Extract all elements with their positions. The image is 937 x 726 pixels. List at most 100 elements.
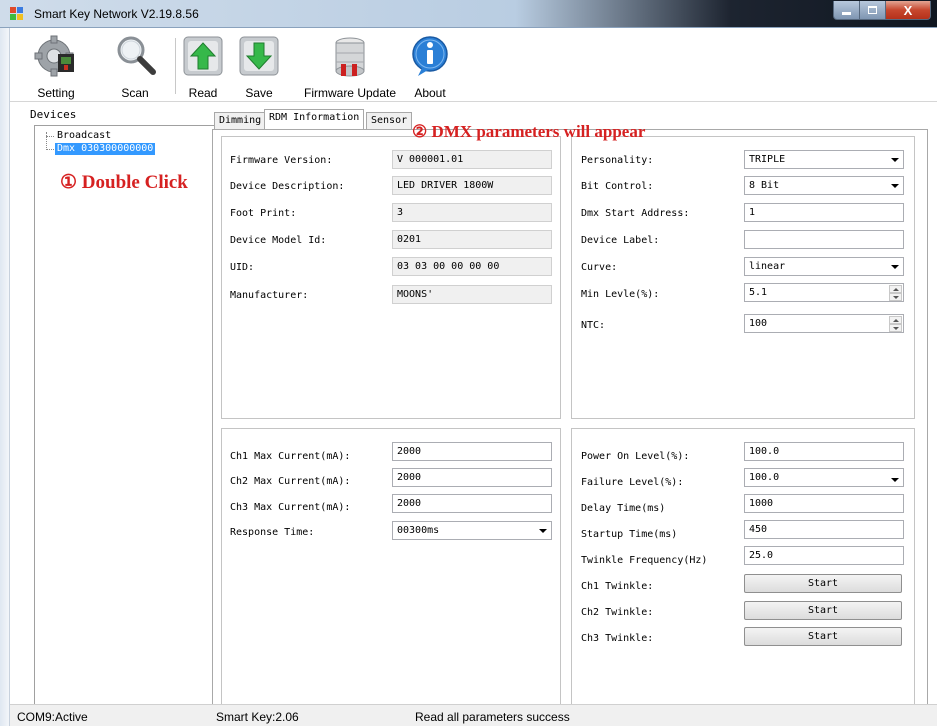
bit-control-dropdown[interactable]: 8 Bit: [744, 176, 904, 195]
title-bar: Smart Key Network V2.19.8.56 X: [0, 0, 937, 28]
ch1-twinkle-label: Ch1 Twinkle:: [581, 581, 654, 592]
read-button[interactable]: Read: [180, 32, 226, 100]
response-time-dropdown[interactable]: 00300ms: [392, 521, 552, 540]
spin-up-icon[interactable]: [889, 316, 902, 324]
devices-tree[interactable]: Broadcast Dmx 030300000000 ① Double Clic…: [34, 125, 217, 719]
firmware-update-button[interactable]: Firmware Update: [303, 32, 397, 100]
power-settings-group: Power On Level(%): 100.0 Failure Level(%…: [571, 428, 915, 718]
twinkle-frequency-label: Twinkle Frequency(Hz): [581, 555, 708, 566]
scan-button[interactable]: Scan: [105, 32, 165, 100]
response-time-label: Response Time:: [230, 527, 315, 538]
ch1-max-current-input[interactable]: 2000: [392, 442, 552, 461]
failure-level-dropdown[interactable]: 100.0: [744, 468, 904, 487]
delay-time-label: Delay Time(ms): [581, 503, 666, 514]
scan-label: Scan: [121, 86, 149, 100]
maximize-button[interactable]: [860, 1, 886, 20]
gear-icon: [34, 34, 78, 78]
device-label-label: Device Label:: [581, 235, 660, 246]
client-area: Setting Scan Read Save Firmware Update A…: [10, 28, 937, 726]
foot-print-field: 3: [392, 203, 552, 222]
tree-connector: [46, 136, 54, 137]
device-item-broadcast[interactable]: Broadcast: [57, 130, 111, 142]
ch2-max-current-label: Ch2 Max Current(mA):: [230, 476, 351, 487]
firmware-version-field: V 000001.01: [392, 150, 552, 169]
min-level-spinner[interactable]: 5.1: [744, 283, 904, 302]
channel-current-group: Ch1 Max Current(mA): 2000 Ch2 Max Curren…: [221, 428, 561, 718]
ch2-twinkle-label: Ch2 Twinkle:: [581, 607, 654, 618]
failure-level-value: 100.0: [749, 472, 780, 483]
ch1-max-current-label: Ch1 Max Current(mA):: [230, 451, 351, 462]
rdm-information-page: Firmware Version: V 000001.01 Device Des…: [212, 129, 928, 723]
minimize-button[interactable]: [833, 1, 860, 20]
min-level-value: 5.1: [749, 287, 768, 298]
spin-up-icon[interactable]: [889, 285, 902, 293]
magnifier-icon: [113, 34, 157, 78]
device-model-id-field: 0201: [392, 230, 552, 249]
read-arrow-up-icon: [181, 34, 225, 78]
personality-value: TRIPLE: [749, 154, 786, 165]
bit-control-label: Bit Control:: [581, 181, 654, 192]
window-frame-left: [0, 28, 10, 726]
startup-time-input[interactable]: 450: [744, 520, 904, 539]
save-arrow-down-icon: [237, 34, 281, 78]
failure-level-label: Failure Level(%):: [581, 477, 684, 488]
window-title: Smart Key Network V2.19.8.56: [34, 7, 199, 21]
status-bar: COM9:Active Smart Key:2.06 Read all para…: [10, 704, 937, 726]
message-status: Read all parameters success: [415, 710, 570, 724]
tab-rdm-information[interactable]: RDM Information: [264, 109, 365, 129]
dmx-start-address-label: Dmx Start Address:: [581, 208, 690, 219]
app-icon: [10, 7, 24, 21]
spin-down-icon[interactable]: [889, 324, 902, 332]
toolbar-separator: [175, 38, 176, 94]
twinkle-frequency-input[interactable]: 25.0: [744, 546, 904, 565]
port-status: COM9:Active: [17, 710, 88, 724]
ntc-spinner[interactable]: 100: [744, 314, 904, 333]
double-click-annotation: ① Double Click: [60, 172, 188, 193]
delay-time-input[interactable]: 1000: [744, 494, 904, 513]
chevron-down-icon: [891, 478, 899, 482]
setting-label: Setting: [37, 86, 75, 100]
smart-key-status: Smart Key:2.06: [216, 710, 299, 724]
minimize-icon: [842, 11, 851, 15]
window-controls: X: [833, 1, 931, 21]
device-description-label: Device Description:: [230, 181, 345, 192]
device-info-group: Firmware Version: V 000001.01 Device Des…: [221, 136, 561, 419]
curve-dropdown[interactable]: linear: [744, 257, 904, 276]
uid-field: 03 03 00 00 00 00: [392, 257, 552, 276]
maximize-icon: [868, 6, 877, 14]
min-level-label: Min Levle(%):: [581, 289, 660, 300]
ch3-twinkle-label: Ch3 Twinkle:: [581, 633, 654, 644]
dmx-start-address-input[interactable]: 1: [744, 203, 904, 222]
save-label: Save: [245, 86, 273, 100]
manufacturer-label: Manufacturer:: [230, 290, 309, 301]
power-on-level-input[interactable]: 100.0: [744, 442, 904, 461]
response-time-value: 00300ms: [397, 525, 440, 536]
about-label: About: [414, 86, 446, 100]
startup-time-label: Startup Time(ms): [581, 529, 678, 540]
tab-sensor[interactable]: Sensor: [366, 112, 413, 129]
ch2-max-current-input[interactable]: 2000: [392, 468, 552, 487]
ch1-twinkle-start-button[interactable]: Start: [744, 574, 902, 593]
about-button[interactable]: About: [405, 32, 455, 100]
device-model-id-label: Device Model Id:: [230, 235, 327, 246]
setting-button[interactable]: Setting: [26, 32, 86, 100]
device-item-dmx[interactable]: Dmx 030300000000: [55, 143, 156, 155]
dmx-parameters-group: Personality: TRIPLE Bit Control: 8 Bit D…: [571, 136, 915, 419]
personality-dropdown[interactable]: TRIPLE: [744, 150, 904, 169]
spin-down-icon[interactable]: [889, 293, 902, 301]
database-icon: [328, 34, 372, 78]
ch2-twinkle-start-button[interactable]: Start: [744, 601, 902, 620]
ch3-twinkle-start-button[interactable]: Start: [744, 627, 902, 646]
ch3-max-current-label: Ch3 Max Current(mA):: [230, 502, 351, 513]
foot-print-label: Foot Print:: [230, 208, 297, 219]
device-description-field: LED DRIVER 1800W: [392, 176, 552, 195]
bit-control-value: 8 Bit: [749, 180, 780, 191]
ch3-max-current-input[interactable]: 2000: [392, 494, 552, 513]
tab-dimming[interactable]: Dimming: [214, 112, 267, 129]
save-button[interactable]: Save: [236, 32, 282, 100]
close-button[interactable]: X: [886, 1, 931, 20]
device-label-input[interactable]: [744, 230, 904, 249]
curve-label: Curve:: [581, 262, 618, 273]
firmware-update-label: Firmware Update: [303, 86, 397, 100]
personality-label: Personality:: [581, 155, 654, 166]
